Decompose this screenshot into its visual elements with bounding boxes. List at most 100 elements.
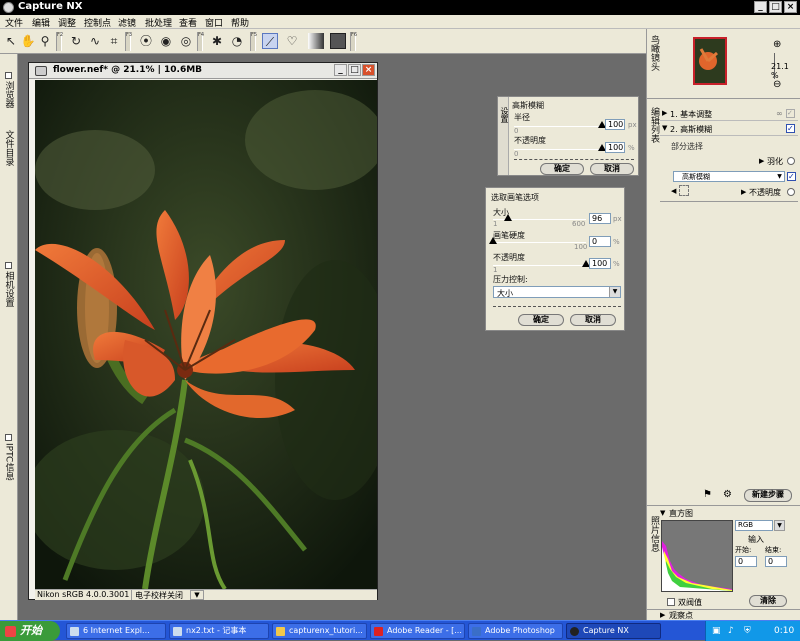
tab-file-directory[interactable]: 文件目录: [2, 130, 15, 169]
soft-proof-status[interactable]: 电子校样关闭: [135, 590, 183, 601]
brush-mask-icon[interactable]: [679, 185, 689, 196]
crop-icon[interactable]: ⌗: [106, 33, 122, 49]
menu-adjust[interactable]: 调整: [58, 16, 76, 29]
tab-browser[interactable]: 浏览器: [2, 72, 15, 111]
new-step-button[interactable]: 新建步骤: [744, 489, 792, 502]
pressure-select[interactable]: 大小 ▼: [493, 286, 621, 298]
start-button[interactable]: 开始: [0, 621, 60, 641]
doc-close-icon[interactable]: ×: [362, 64, 375, 76]
brush-ok-button[interactable]: 确定: [518, 314, 564, 326]
chevron-down-icon[interactable]: ▼: [775, 172, 784, 181]
red-eye-icon[interactable]: ◔: [229, 33, 245, 49]
document-title-bar[interactable]: flower.nef* @ 21.1% | 10.6MB _ □ ×: [29, 63, 377, 79]
opacity-slider-track[interactable]: [514, 149, 602, 150]
gauss-cancel-button[interactable]: 取消: [590, 163, 634, 175]
link-icon[interactable]: ∞: [776, 109, 783, 118]
radius-slider-track[interactable]: [514, 126, 602, 127]
auto-retouch-icon[interactable]: ✱: [209, 33, 225, 49]
start-input[interactable]: 0: [735, 556, 757, 567]
proof-dropdown-icon[interactable]: ▼: [190, 590, 204, 600]
step2-checkbox[interactable]: ✓: [786, 124, 795, 133]
photo-canvas[interactable]: [35, 80, 377, 589]
zoom-out-icon[interactable]: ⊖: [773, 79, 781, 90]
channel-select[interactable]: RGB: [735, 520, 773, 531]
maximize-icon[interactable]: □: [769, 1, 782, 13]
birdseye-thumbnail[interactable]: [693, 37, 727, 85]
collapse-icon[interactable]: ▼: [660, 509, 665, 517]
close-icon[interactable]: ×: [784, 1, 797, 13]
tab-edit-list[interactable]: 编辑列表: [648, 107, 660, 146]
direct-select-icon[interactable]: ↖: [3, 33, 19, 49]
flag-icon[interactable]: ⚑: [703, 489, 712, 500]
filter-checkbox[interactable]: ✓: [787, 172, 796, 181]
size-input[interactable]: 96: [589, 213, 611, 224]
tab-camera-settings[interactable]: 相机设置: [2, 262, 15, 310]
gear-icon[interactable]: ⚙: [723, 489, 732, 500]
collapse-icon[interactable]: ▼: [662, 124, 667, 132]
menu-help[interactable]: 帮助: [231, 16, 249, 29]
color-point-icon[interactable]: ◎: [178, 33, 194, 49]
gauss-ok-button[interactable]: 确定: [540, 163, 584, 175]
chevron-down-icon[interactable]: ▼: [609, 287, 620, 297]
hardness-input[interactable]: 0: [589, 236, 611, 247]
hand-icon[interactable]: ✋: [20, 33, 36, 49]
task-folder[interactable]: capturenx_tutori...: [272, 623, 367, 639]
task-photoshop[interactable]: Adobe Photoshop: [468, 623, 563, 639]
menu-filter[interactable]: 滤镜: [118, 16, 136, 29]
lasso-icon[interactable]: ♡: [284, 33, 300, 49]
black-point-icon[interactable]: ⦿: [138, 33, 154, 49]
tab-photo-info[interactable]: 照片信息: [648, 516, 660, 555]
task-adobe-reader[interactable]: Adobe Reader - [...: [370, 623, 465, 639]
menu-batch[interactable]: 批处理: [145, 16, 172, 29]
step-basic-adjust[interactable]: ▶ 1. 基本调整 ∞ ✓: [660, 107, 798, 121]
gradient-icon[interactable]: [308, 33, 324, 49]
zoom-in-icon[interactable]: ⊕: [773, 39, 781, 50]
expand-icon[interactable]: ▶: [660, 611, 665, 619]
hardness-slider-thumb[interactable]: [489, 237, 497, 244]
clear-button[interactable]: 清除: [749, 595, 787, 607]
step1-checkbox[interactable]: ✓: [786, 109, 795, 118]
filter-select[interactable]: 高斯模糊 ▼: [673, 171, 785, 182]
divider: [660, 201, 798, 202]
tab-birdseye[interactable]: 鸟瞰镜头: [648, 35, 660, 74]
doc-minimize-icon[interactable]: _: [334, 64, 347, 76]
settings-side-tab[interactable]: 设置: [498, 97, 509, 175]
volume-icon[interactable]: ♪: [728, 621, 734, 641]
menu-edit[interactable]: 编辑: [32, 16, 50, 29]
brush-opacity-slider-track[interactable]: [493, 265, 586, 266]
security-icon[interactable]: ⛨: [744, 621, 751, 641]
straighten-icon[interactable]: ∿: [87, 33, 103, 49]
network-icon[interactable]: ▣: [712, 621, 721, 641]
threshold-checkbox[interactable]: [667, 598, 675, 606]
expand-icon[interactable]: ▶: [759, 157, 764, 165]
task-internet-explorer[interactable]: 6 Internet Expl...: [66, 623, 166, 639]
fill-icon[interactable]: [330, 33, 346, 49]
end-input[interactable]: 0: [765, 556, 787, 567]
hardness-slider-track[interactable]: [493, 242, 586, 243]
brush-opacity-input[interactable]: 100: [589, 258, 611, 269]
menu-window[interactable]: 窗口: [205, 16, 223, 29]
brush-cancel-button[interactable]: 取消: [570, 314, 616, 326]
menu-view[interactable]: 查看: [179, 16, 197, 29]
task-notepad[interactable]: nx2.txt - 记事本: [169, 623, 269, 639]
expand-icon[interactable]: ▶: [741, 188, 746, 196]
radius-input[interactable]: 100: [605, 119, 625, 130]
size-slider-thumb[interactable]: [503, 214, 512, 221]
chevron-down-icon[interactable]: ▼: [774, 520, 785, 531]
expand-icon[interactable]: ▶: [662, 109, 667, 117]
rotate-icon[interactable]: ↻: [68, 33, 84, 49]
minimize-icon[interactable]: _: [754, 1, 767, 13]
menu-control-points[interactable]: 控制点: [84, 16, 111, 29]
zoom-icon[interactable]: ⚲: [37, 33, 53, 49]
step-gaussian-blur[interactable]: ▼ 2. 高斯模糊 ✓: [660, 122, 798, 136]
doc-maximize-icon[interactable]: □: [348, 64, 361, 76]
menu-file[interactable]: 文件: [5, 16, 23, 29]
feather-radio[interactable]: [787, 157, 795, 165]
brush-icon[interactable]: ⟋: [262, 33, 278, 49]
tab-iptc[interactable]: IPTC信息: [2, 434, 15, 483]
collapse-icon[interactable]: ◀: [671, 187, 676, 195]
opacity-radio[interactable]: [787, 188, 795, 196]
task-capture-nx[interactable]: Capture NX: [566, 623, 661, 639]
opacity-input[interactable]: 100: [605, 142, 625, 153]
white-point-icon[interactable]: ◉: [158, 33, 174, 49]
